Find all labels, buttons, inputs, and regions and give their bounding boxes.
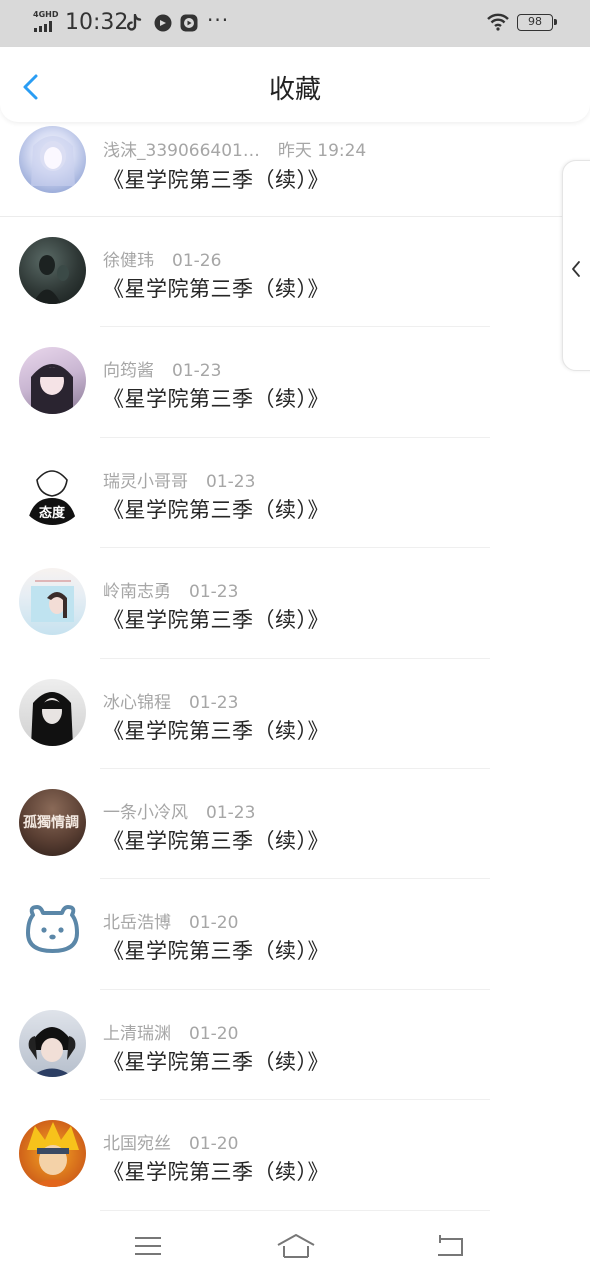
user-name: 向筠酱 [103, 361, 154, 382]
item-date: 01-23 [206, 802, 256, 823]
item-title: 《星学院第三季（续）》 [103, 1049, 329, 1074]
item-date: 01-20 [189, 1134, 239, 1155]
item-date: 01-23 [189, 582, 239, 603]
item-meta: 岭南志勇 01-23 [103, 577, 238, 602]
avatar [19, 568, 86, 636]
list-item[interactable]: 冰心锦程 01-23 《星学院第三季（续）》 [0, 659, 590, 769]
item-title: 《星学院第三季（续）》 [103, 718, 329, 743]
divider [100, 1209, 490, 1211]
user-name: 岭南志勇 [103, 582, 171, 603]
item-title: 《星学院第三季（续）》 [103, 828, 329, 853]
list-item[interactable]: 岭南志勇 01-23 《星学院第三季（续）》 [0, 548, 590, 659]
item-meta: 浅沫_339066401… 昨天 19:24 [103, 136, 366, 161]
item-date: 01-23 [189, 692, 239, 713]
avatar-text: 孤獨情調 [23, 814, 79, 831]
avatar [19, 1120, 86, 1188]
list-item[interactable]: 北国宛丝 01-20 《星学院第三季（续）》 [0, 1100, 590, 1211]
item-date: 01-20 [189, 1023, 239, 1044]
item-date: 01-20 [189, 913, 239, 934]
item-title: 《星学院第三季（续）》 [103, 168, 329, 192]
item-date: 01-23 [172, 361, 222, 382]
item-meta: 一条小冷风 01-23 [103, 798, 255, 823]
user-name: 一条小冷风 [103, 802, 188, 823]
home-button[interactable] [276, 1231, 316, 1261]
status-bar: 4GHD 10:32 ··· 98 [0, 0, 590, 47]
side-drawer-handle[interactable] [562, 160, 590, 371]
more-notifications: ··· [207, 8, 230, 32]
bear-icon [26, 905, 79, 954]
item-title: 《星学院第三季（续）》 [103, 939, 329, 964]
user-name: 浅沫_339066401… [103, 141, 260, 161]
item-meta: 上清瑞渊 01-20 [103, 1019, 238, 1044]
back-icon [438, 1235, 463, 1256]
list-item[interactable]: 北岳浩博 01-20 《星学院第三季（续）》 [0, 879, 590, 990]
item-date: 昨天 19:24 [277, 141, 367, 161]
avatar: 孤獨情調 [19, 788, 86, 856]
back-nav-button[interactable] [432, 1231, 466, 1261]
item-meta: 北国宛丝 01-20 [103, 1129, 238, 1154]
avatar [19, 126, 86, 193]
item-meta: 徐健玮 01-26 [103, 246, 221, 271]
page-title: 收藏 [268, 75, 321, 105]
battery-icon: 98 [517, 14, 557, 31]
item-date: 01-23 [206, 471, 256, 492]
item-title: 《星学院第三季（续）》 [103, 387, 329, 412]
avatar [19, 1009, 86, 1077]
item-title: 《星学院第三季（续）》 [103, 608, 329, 633]
tiktok-icon [126, 14, 144, 32]
item-title: 《星学院第三季（续）》 [103, 277, 329, 301]
item-meta: 瑞灵小哥哥 01-23 [103, 467, 255, 492]
header: 收藏 [0, 47, 590, 122]
signal-icon [34, 21, 52, 32]
user-name: 冰心锦程 [103, 692, 171, 713]
menu-button[interactable] [131, 1231, 165, 1261]
user-name: 北国宛丝 [103, 1134, 171, 1155]
favorites-list: 浅沫_339066401… 昨天 19:24 《星学院第三季（续）》 徐健玮 01-… [0, 122, 590, 1211]
list-item[interactable]: 上清瑞渊 01-20 《星学院第三季（续）》 [0, 990, 590, 1101]
list-item[interactable]: 浅沫_339066401… 昨天 19:24 《星学院第三季（续）》 [0, 122, 590, 217]
status-time: 10:32 [65, 10, 129, 35]
network-type: 4GHD [33, 10, 59, 19]
avatar: 态度 [19, 457, 86, 525]
item-meta: 向筠酱 01-23 [103, 356, 221, 381]
item-title: 《星学院第三季（续）》 [103, 1160, 329, 1185]
home-icon [277, 1234, 315, 1258]
avatar-text: 态度 [39, 505, 66, 521]
user-name: 上清瑞渊 [103, 1023, 171, 1044]
wifi-icon [486, 13, 510, 35]
item-meta: 冰心锦程 01-23 [103, 688, 238, 713]
user-name: 瑞灵小哥哥 [103, 471, 188, 492]
item-date: 01-26 [172, 251, 222, 271]
user-name: 徐健玮 [103, 251, 154, 271]
user-name: 北岳浩博 [103, 913, 171, 934]
video-app-icon [180, 14, 198, 32]
item-title: 《星学院第三季（续）》 [103, 497, 329, 522]
avatar [19, 347, 86, 415]
avatar [19, 899, 86, 967]
list-item[interactable]: 孤獨情調 一条小冷风 01-23 《星学院第三季（续）》 [0, 769, 590, 880]
list-item[interactable]: 向筠酱 01-23 《星学院第三季（续）》 [0, 327, 590, 438]
menu-icon [135, 1237, 161, 1255]
chevron-left-icon [572, 261, 580, 277]
list-item[interactable]: 态度 瑞灵小哥哥 01-23 《星学院第三季（续）》 [0, 438, 590, 549]
system-nav-bar [0, 1215, 590, 1280]
item-meta: 北岳浩博 01-20 [103, 908, 238, 933]
avatar [19, 237, 86, 304]
avatar [19, 678, 86, 746]
chat-app-icon [154, 14, 172, 32]
list-item[interactable]: 徐健玮 01-26 《星学院第三季（续）》 [0, 217, 590, 328]
